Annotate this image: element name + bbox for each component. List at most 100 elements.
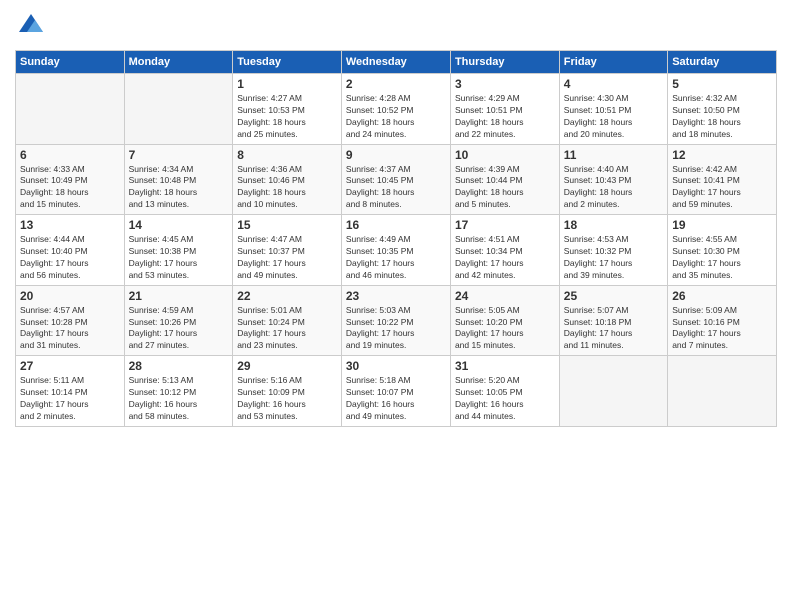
calendar-cell: 16 Sunrise: 4:49 AM Sunset: 10:35 PM Dayl…	[341, 215, 450, 286]
calendar-cell: 31 Sunrise: 5:20 AM Sunset: 10:05 PM Dayl…	[450, 356, 559, 427]
day-info: Sunrise: 4:51 AM Sunset: 10:34 PM Daylig…	[455, 234, 555, 282]
calendar-cell: 23 Sunrise: 5:03 AM Sunset: 10:22 PM Dayl…	[341, 285, 450, 356]
calendar-cell	[16, 74, 125, 145]
day-number: 18	[564, 218, 663, 232]
calendar-cell	[668, 356, 777, 427]
calendar-cell: 2Sunrise: 4:28 AM Sunset: 10:52 PM Dayli…	[341, 74, 450, 145]
calendar-week-row: 1Sunrise: 4:27 AM Sunset: 10:53 PM Dayli…	[16, 74, 777, 145]
calendar-week-row: 27Sunrise: 5:11 AM Sunset: 10:14 PM Dayl…	[16, 356, 777, 427]
calendar-cell: 28 Sunrise: 5:13 AM Sunset: 10:12 PM Dayl…	[124, 356, 233, 427]
day-info: Sunrise: 5:09 AM Sunset: 10:16 PM Daylig…	[672, 305, 772, 353]
weekday-header: Friday	[559, 51, 667, 74]
day-number: 29	[237, 359, 337, 373]
day-info: Sunrise: 4:42 AM Sunset: 10:41 PM Daylig…	[672, 164, 772, 212]
calendar-cell: 21Sunrise: 4:59 AM Sunset: 10:26 PM Dayl…	[124, 285, 233, 356]
day-number: 26	[672, 289, 772, 303]
day-number: 31	[455, 359, 555, 373]
weekday-header: Wednesday	[341, 51, 450, 74]
weekday-header: Tuesday	[233, 51, 342, 74]
calendar-cell: 8 Sunrise: 4:36 AM Sunset: 10:46 PM Dayli…	[233, 144, 342, 215]
day-info: Sunrise: 5:11 AM Sunset: 10:14 PM Daylig…	[20, 375, 120, 423]
logo-icon	[15, 10, 47, 42]
calendar-cell	[559, 356, 667, 427]
calendar-cell: 26 Sunrise: 5:09 AM Sunset: 10:16 PM Dayl…	[668, 285, 777, 356]
day-number: 3	[455, 77, 555, 91]
calendar-week-row: 6 Sunrise: 4:33 AM Sunset: 10:49 PM Dayli…	[16, 144, 777, 215]
day-number: 22	[237, 289, 337, 303]
day-info: Sunrise: 4:53 AM Sunset: 10:32 PM Daylig…	[564, 234, 663, 282]
weekday-header: Sunday	[16, 51, 125, 74]
calendar-cell: 7 Sunrise: 4:34 AM Sunset: 10:48 PM Dayli…	[124, 144, 233, 215]
calendar-cell: 11Sunrise: 4:40 AM Sunset: 10:43 PM Dayl…	[559, 144, 667, 215]
calendar-week-row: 13 Sunrise: 4:44 AM Sunset: 10:40 PM Dayl…	[16, 215, 777, 286]
day-info: Sunrise: 4:57 AM Sunset: 10:28 PM Daylig…	[20, 305, 120, 353]
day-number: 8	[237, 148, 337, 162]
calendar-cell: 3 Sunrise: 4:29 AM Sunset: 10:51 PM Dayli…	[450, 74, 559, 145]
calendar-cell: 4 Sunrise: 4:30 AM Sunset: 10:51 PM Dayli…	[559, 74, 667, 145]
day-info: Sunrise: 4:47 AM Sunset: 10:37 PM Daylig…	[237, 234, 337, 282]
day-info: Sunrise: 5:05 AM Sunset: 10:20 PM Daylig…	[455, 305, 555, 353]
day-number: 21	[129, 289, 229, 303]
day-info: Sunrise: 5:16 AM Sunset: 10:09 PM Daylig…	[237, 375, 337, 423]
day-info: Sunrise: 4:45 AM Sunset: 10:38 PM Daylig…	[129, 234, 229, 282]
day-info: Sunrise: 4:55 AM Sunset: 10:30 PM Daylig…	[672, 234, 772, 282]
day-number: 10	[455, 148, 555, 162]
calendar-cell: 5Sunrise: 4:32 AM Sunset: 10:50 PM Dayli…	[668, 74, 777, 145]
header	[15, 10, 777, 42]
day-info: Sunrise: 4:49 AM Sunset: 10:35 PM Daylig…	[346, 234, 446, 282]
day-info: Sunrise: 5:18 AM Sunset: 10:07 PM Daylig…	[346, 375, 446, 423]
calendar-cell	[124, 74, 233, 145]
calendar-cell: 27Sunrise: 5:11 AM Sunset: 10:14 PM Dayl…	[16, 356, 125, 427]
calendar-cell: 19 Sunrise: 4:55 AM Sunset: 10:30 PM Dayl…	[668, 215, 777, 286]
calendar-cell: 13 Sunrise: 4:44 AM Sunset: 10:40 PM Dayl…	[16, 215, 125, 286]
day-info: Sunrise: 4:36 AM Sunset: 10:46 PM Daylig…	[237, 164, 337, 212]
calendar-cell: 14 Sunrise: 4:45 AM Sunset: 10:38 PM Dayl…	[124, 215, 233, 286]
weekday-header-row: SundayMondayTuesdayWednesdayThursdayFrid…	[16, 51, 777, 74]
day-info: Sunrise: 4:29 AM Sunset: 10:51 PM Daylig…	[455, 93, 555, 141]
day-number: 28	[129, 359, 229, 373]
day-number: 5	[672, 77, 772, 91]
day-number: 19	[672, 218, 772, 232]
weekday-header: Monday	[124, 51, 233, 74]
day-number: 14	[129, 218, 229, 232]
day-number: 7	[129, 148, 229, 162]
calendar-cell: 24 Sunrise: 5:05 AM Sunset: 10:20 PM Dayl…	[450, 285, 559, 356]
day-number: 25	[564, 289, 663, 303]
calendar-cell: 17Sunrise: 4:51 AM Sunset: 10:34 PM Dayl…	[450, 215, 559, 286]
calendar-cell: 12 Sunrise: 4:42 AM Sunset: 10:41 PM Dayl…	[668, 144, 777, 215]
day-number: 15	[237, 218, 337, 232]
day-number: 4	[564, 77, 663, 91]
day-number: 6	[20, 148, 120, 162]
day-number: 20	[20, 289, 120, 303]
calendar-cell: 20 Sunrise: 4:57 AM Sunset: 10:28 PM Dayl…	[16, 285, 125, 356]
page: SundayMondayTuesdayWednesdayThursdayFrid…	[0, 0, 792, 612]
day-info: Sunrise: 5:07 AM Sunset: 10:18 PM Daylig…	[564, 305, 663, 353]
day-info: Sunrise: 4:27 AM Sunset: 10:53 PM Daylig…	[237, 93, 337, 141]
day-info: Sunrise: 4:30 AM Sunset: 10:51 PM Daylig…	[564, 93, 663, 141]
day-info: Sunrise: 5:13 AM Sunset: 10:12 PM Daylig…	[129, 375, 229, 423]
day-info: Sunrise: 5:20 AM Sunset: 10:05 PM Daylig…	[455, 375, 555, 423]
weekday-header: Thursday	[450, 51, 559, 74]
day-number: 16	[346, 218, 446, 232]
weekday-header: Saturday	[668, 51, 777, 74]
calendar-cell: 6 Sunrise: 4:33 AM Sunset: 10:49 PM Dayli…	[16, 144, 125, 215]
calendar-cell: 10Sunrise: 4:39 AM Sunset: 10:44 PM Dayl…	[450, 144, 559, 215]
calendar-cell: 1Sunrise: 4:27 AM Sunset: 10:53 PM Dayli…	[233, 74, 342, 145]
day-number: 23	[346, 289, 446, 303]
day-number: 13	[20, 218, 120, 232]
calendar-cell: 18 Sunrise: 4:53 AM Sunset: 10:32 PM Dayl…	[559, 215, 667, 286]
day-number: 24	[455, 289, 555, 303]
day-number: 12	[672, 148, 772, 162]
calendar-cell: 22 Sunrise: 5:01 AM Sunset: 10:24 PM Dayl…	[233, 285, 342, 356]
calendar-cell: 29 Sunrise: 5:16 AM Sunset: 10:09 PM Dayl…	[233, 356, 342, 427]
day-info: Sunrise: 4:33 AM Sunset: 10:49 PM Daylig…	[20, 164, 120, 212]
day-info: Sunrise: 5:01 AM Sunset: 10:24 PM Daylig…	[237, 305, 337, 353]
day-info: Sunrise: 4:37 AM Sunset: 10:45 PM Daylig…	[346, 164, 446, 212]
day-info: Sunrise: 4:40 AM Sunset: 10:43 PM Daylig…	[564, 164, 663, 212]
day-info: Sunrise: 4:28 AM Sunset: 10:52 PM Daylig…	[346, 93, 446, 141]
day-number: 9	[346, 148, 446, 162]
day-info: Sunrise: 4:44 AM Sunset: 10:40 PM Daylig…	[20, 234, 120, 282]
day-info: Sunrise: 4:34 AM Sunset: 10:48 PM Daylig…	[129, 164, 229, 212]
day-info: Sunrise: 5:03 AM Sunset: 10:22 PM Daylig…	[346, 305, 446, 353]
logo	[15, 10, 51, 42]
